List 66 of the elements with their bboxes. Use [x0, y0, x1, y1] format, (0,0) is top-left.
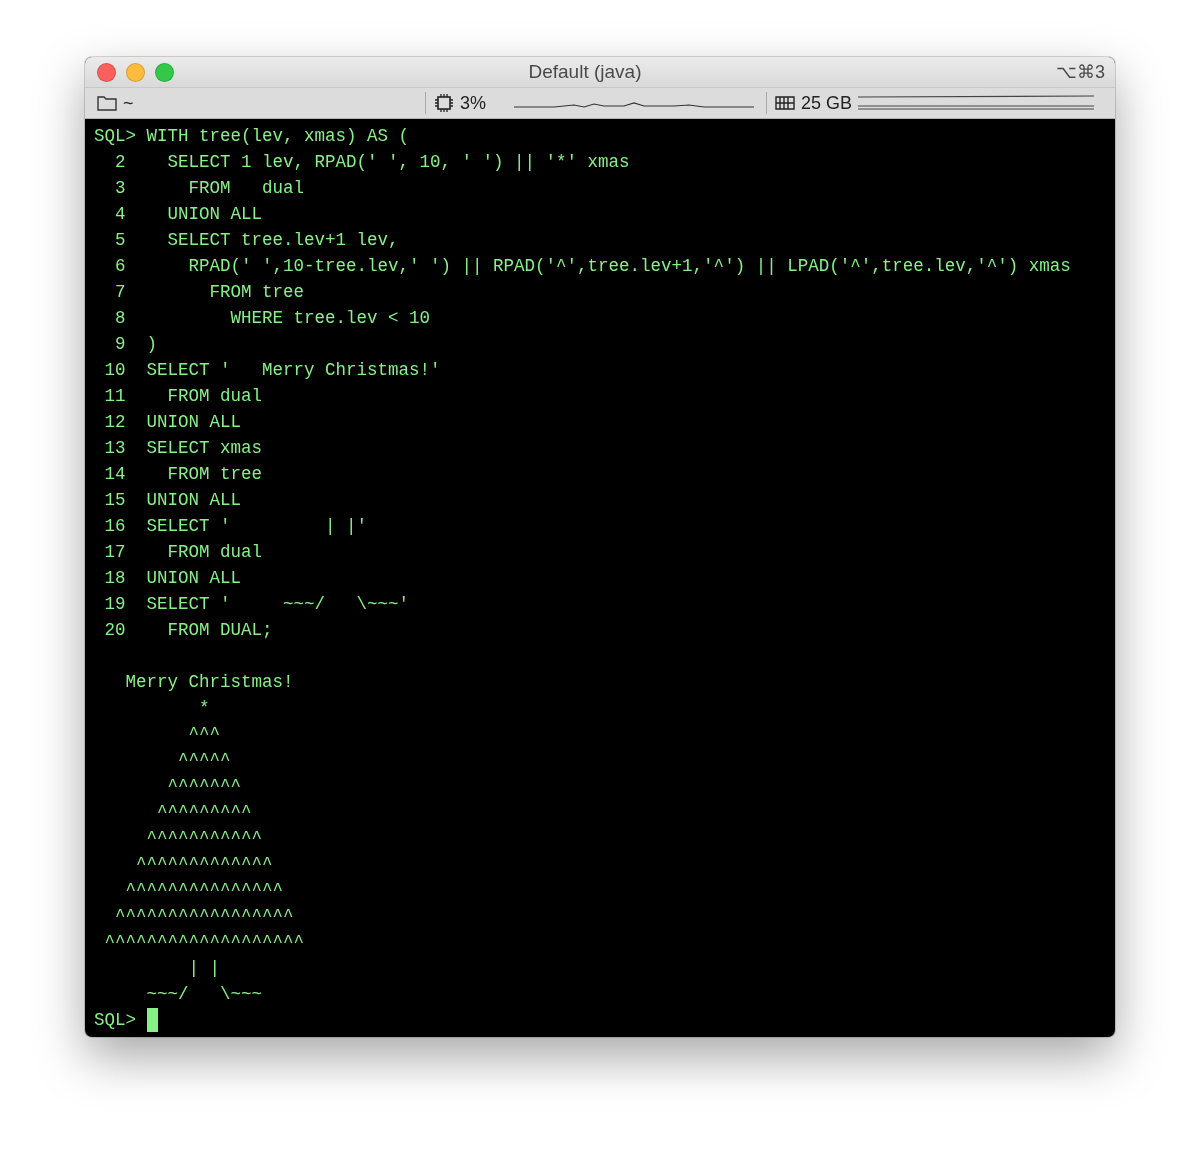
code-line: WHERE tree.lev < 10: [229, 307, 431, 330]
output-line: *: [198, 697, 210, 720]
line-number: 5: [114, 229, 126, 252]
code-line: FROM dual: [166, 541, 263, 564]
code-line: FROM dual: [166, 385, 263, 408]
output-line: ^^^^^^^^^^^^^^^^^: [114, 905, 294, 928]
code-line: RPAD(' ',10-tree.lev,' ') || RPAD('^',tree.lev+1,'^') || LPAD('^',tree.lev,'^') xmas: [187, 255, 1071, 278]
line-number: 10: [103, 359, 126, 382]
minimize-button[interactable]: [126, 62, 145, 82]
line-number: 7: [114, 281, 126, 304]
code-line: UNION ALL: [146, 411, 242, 434]
output-line: ^^^: [187, 723, 221, 746]
code-line: ): [146, 333, 158, 356]
output-line: ^^^^^^^^^^^: [145, 827, 263, 850]
code-line: FROM tree: [208, 281, 305, 304]
window-shortcut: ⌥⌘3: [1056, 61, 1105, 83]
output-line: ^^^^^^^^^^^^^^^^^^^: [103, 931, 305, 954]
cpu-usage: 3%: [460, 92, 486, 114]
output-line: ^^^^^^^: [166, 775, 242, 798]
code-line: SELECT xmas: [146, 437, 263, 460]
code-line: FROM dual: [187, 177, 305, 200]
output-line: ^^^^^^^^^^^^^: [135, 853, 273, 876]
line-number: 6: [114, 255, 126, 278]
code-line: SELECT 1 lev, RPAD(' ', 10, ' ') || '*' xmas: [166, 151, 630, 174]
line-number: 15: [103, 489, 126, 512]
line-number: 13: [103, 437, 126, 460]
line-number: 17: [103, 541, 126, 564]
line-number: 12: [103, 411, 126, 434]
output-line: ^^^^^^^^^: [156, 801, 252, 824]
code-line: SELECT tree.lev+1 lev,: [166, 229, 399, 252]
code-line: SELECT ' Merry Christmas!': [146, 359, 441, 382]
code-line: UNION ALL: [166, 203, 263, 226]
code-line: UNION ALL: [146, 567, 242, 590]
folder-icon: [97, 95, 117, 111]
line-number: 20: [103, 619, 126, 642]
line-number: 8: [114, 307, 126, 330]
code-line: FROM DUAL;: [166, 619, 273, 642]
cpu-icon: [434, 93, 454, 113]
zoom-button[interactable]: [155, 62, 174, 82]
output-line: ^^^^^: [177, 749, 231, 772]
window-title: Default (java): [528, 61, 642, 82]
line-number: 9: [114, 333, 126, 356]
cursor: [146, 1008, 158, 1032]
code-line: FROM tree: [166, 463, 263, 486]
line-number: 3: [114, 177, 126, 200]
prompt: SQL>: [94, 125, 136, 148]
output-line: Merry Christmas!: [124, 671, 294, 694]
memory-usage: 25 GB: [801, 92, 853, 114]
code-line: SELECT ' | |': [146, 515, 368, 538]
code-line: UNION ALL: [146, 489, 242, 512]
memory-icon: [775, 95, 795, 111]
line-number: 18: [103, 567, 126, 590]
close-button[interactable]: [97, 62, 116, 82]
output-line: ^^^^^^^^^^^^^^^: [124, 879, 284, 902]
code-line: SELECT ' ~~~/ \~~~': [146, 593, 410, 616]
line-number: 19: [103, 593, 126, 616]
line-number: 4: [114, 203, 126, 226]
prompt: SQL>: [94, 1009, 136, 1032]
output-line: | |: [187, 957, 221, 980]
output-line: ~~~/ \~~~: [145, 983, 263, 1006]
directory-label: ~: [123, 92, 134, 114]
line-number: 14: [103, 463, 126, 486]
line-number: 2: [114, 151, 126, 174]
line-number: 11: [103, 385, 126, 408]
code-line: WITH tree(lev, xmas) AS (: [146, 125, 410, 148]
line-number: 16: [103, 515, 126, 538]
